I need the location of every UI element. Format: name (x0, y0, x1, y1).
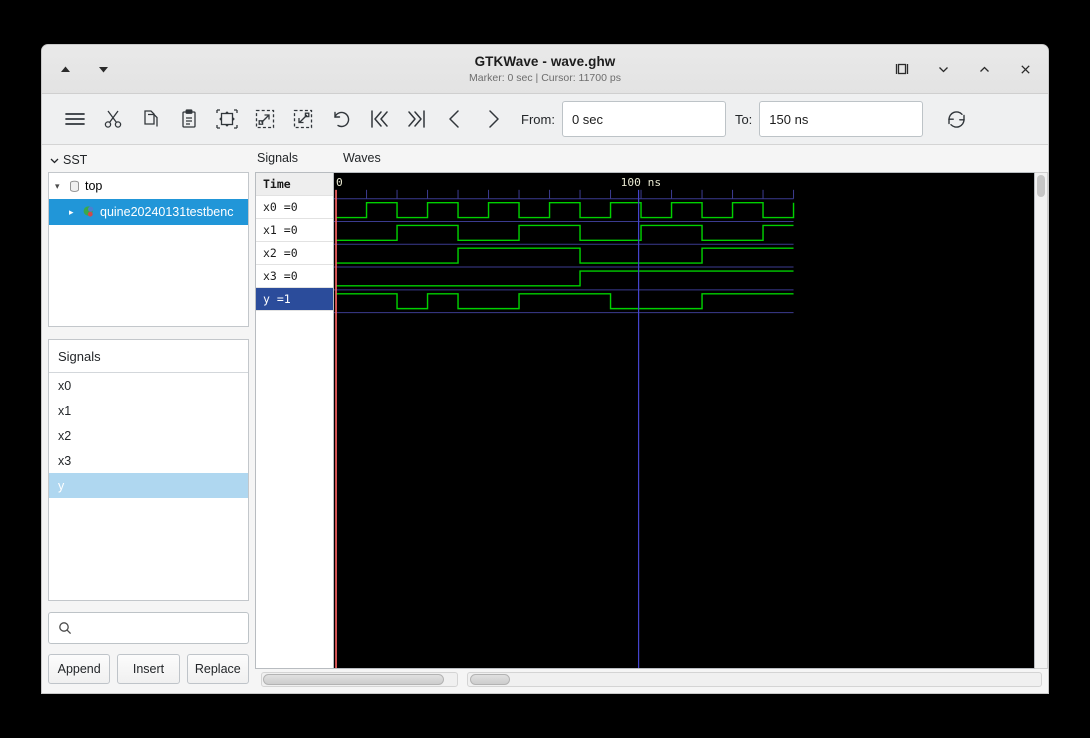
window-title: GTKWave - wave.ghw (474, 54, 616, 69)
waveform-canvas[interactable]: 0 100 ns (333, 172, 1035, 669)
sst-section-header[interactable]: SST (48, 151, 249, 169)
chevron-down-icon (50, 158, 59, 163)
to-value: 150 ns (769, 111, 809, 127)
list-item[interactable]: y (49, 473, 248, 498)
skip-start-icon[interactable] (360, 100, 398, 138)
tree-item-label: top (85, 179, 103, 193)
signal-label: y (58, 478, 65, 493)
search-icon (59, 622, 72, 635)
wave-name-x2[interactable]: x2 =0 (256, 242, 333, 265)
wave-vertical-scroll-thumb[interactable] (1037, 175, 1045, 197)
time-row-label: Time (256, 173, 333, 196)
from-value: 0 sec (571, 111, 604, 127)
tree-item-top[interactable]: ▾ top (49, 173, 248, 199)
gtkwave-window: GTKWave - wave.ghw Marker: 0 sec | Curso… (41, 44, 1049, 694)
names-horizontal-scrollbar[interactable] (261, 671, 458, 687)
prev-icon[interactable] (436, 100, 474, 138)
wave-signals-header: Signals (257, 151, 298, 165)
nav-up-icon[interactable] (56, 60, 74, 78)
wave-name-y[interactable]: y =1 (256, 288, 333, 311)
action-button-row: Append Insert Replace (48, 654, 249, 684)
insert-button[interactable]: Insert (117, 654, 180, 684)
sst-label: SST (63, 153, 88, 167)
window-subtitle: Marker: 0 sec | Cursor: 11700 ps (469, 72, 621, 84)
wave-vertical-scrollbar[interactable] (1035, 172, 1048, 669)
from-label: From: (521, 111, 555, 127)
signals-list-header: Signals (49, 340, 248, 373)
right-pane: Signals Waves Time x0 =0 x1 =0 x2 =0 x3 … (255, 145, 1048, 693)
paste-icon[interactable] (170, 100, 208, 138)
names-scroll-thumb[interactable] (263, 673, 445, 685)
title-bar: GTKWave - wave.ghw Marker: 0 sec | Curso… (42, 45, 1048, 94)
to-input[interactable]: 150 ns (759, 101, 924, 137)
close-icon[interactable] (1016, 60, 1034, 78)
chevron-right-icon: ▸ (69, 206, 74, 217)
list-item[interactable]: x1 (49, 398, 248, 423)
wave-pane-headers: Signals Waves (255, 151, 1048, 169)
signal-label: x3 (58, 453, 72, 468)
main-toolbar: From: 0 sec To: 150 ns (42, 94, 1048, 145)
tree-item-quine-testbench[interactable]: ▸ quine20240131testbenc (49, 199, 248, 225)
undo-icon[interactable] (322, 100, 360, 138)
to-label: To: (734, 111, 753, 127)
waveform-svg: 0 100 ns (334, 176, 795, 668)
wave-area: Time x0 =0 x1 =0 x2 =0 x3 =0 y =1 0 100 n… (255, 172, 1048, 669)
signal-label: x1 (58, 403, 72, 418)
next-icon[interactable] (474, 100, 512, 138)
search-input[interactable] (48, 612, 249, 644)
svg-text:0: 0 (336, 176, 343, 189)
instance-icon (83, 206, 94, 217)
list-item[interactable]: x3 (49, 448, 248, 473)
signal-label: x2 (58, 428, 72, 443)
main-body: SST ▾ top ▸ quine20240131testbenc Signal… (42, 145, 1048, 693)
zoom-fit-icon[interactable] (208, 100, 246, 138)
tree-item-label: quine20240131testbenc (100, 205, 234, 219)
module-icon (70, 180, 79, 192)
bottom-scrollbars (255, 669, 1048, 693)
restore-icon[interactable] (975, 60, 993, 78)
signal-names-column: Time x0 =0 x1 =0 x2 =0 x3 =0 y =1 (255, 172, 333, 669)
menu-icon[interactable] (56, 100, 94, 138)
wave-name-x3[interactable]: x3 =0 (256, 265, 333, 288)
signal-label: x0 (58, 378, 72, 393)
zoom-out-icon[interactable] (284, 100, 322, 138)
chevron-down-icon: ▾ (55, 180, 60, 191)
skip-end-icon[interactable] (398, 100, 436, 138)
waves-scroll-thumb[interactable] (470, 673, 510, 685)
cut-icon[interactable] (94, 100, 132, 138)
replace-button[interactable]: Replace (186, 654, 249, 684)
reload-icon[interactable] (937, 100, 975, 138)
maximize-icon[interactable] (893, 60, 911, 78)
svg-text:100 ns: 100 ns (621, 176, 661, 189)
left-pane: SST ▾ top ▸ quine20240131testbenc Signal… (42, 145, 255, 693)
zoom-in-icon[interactable] (246, 100, 284, 138)
names-filler (256, 311, 333, 668)
from-input[interactable]: 0 sec (561, 101, 726, 137)
wave-waves-header: Waves (343, 151, 381, 165)
nav-down-icon[interactable] (94, 60, 112, 78)
minimize-icon[interactable] (934, 60, 952, 78)
append-button[interactable]: Append (48, 654, 111, 684)
wave-name-x0[interactable]: x0 =0 (256, 196, 333, 219)
copy-icon[interactable] (132, 100, 170, 138)
sst-tree[interactable]: ▾ top ▸ quine20240131testbenc (48, 172, 249, 327)
wave-name-x1[interactable]: x1 =0 (256, 219, 333, 242)
waves-horizontal-scrollbar[interactable] (467, 671, 1042, 687)
signals-list-box: Signals x0 x1 x2 x3 y (48, 339, 249, 601)
list-item[interactable]: x2 (49, 423, 248, 448)
list-item[interactable]: x0 (49, 373, 248, 398)
